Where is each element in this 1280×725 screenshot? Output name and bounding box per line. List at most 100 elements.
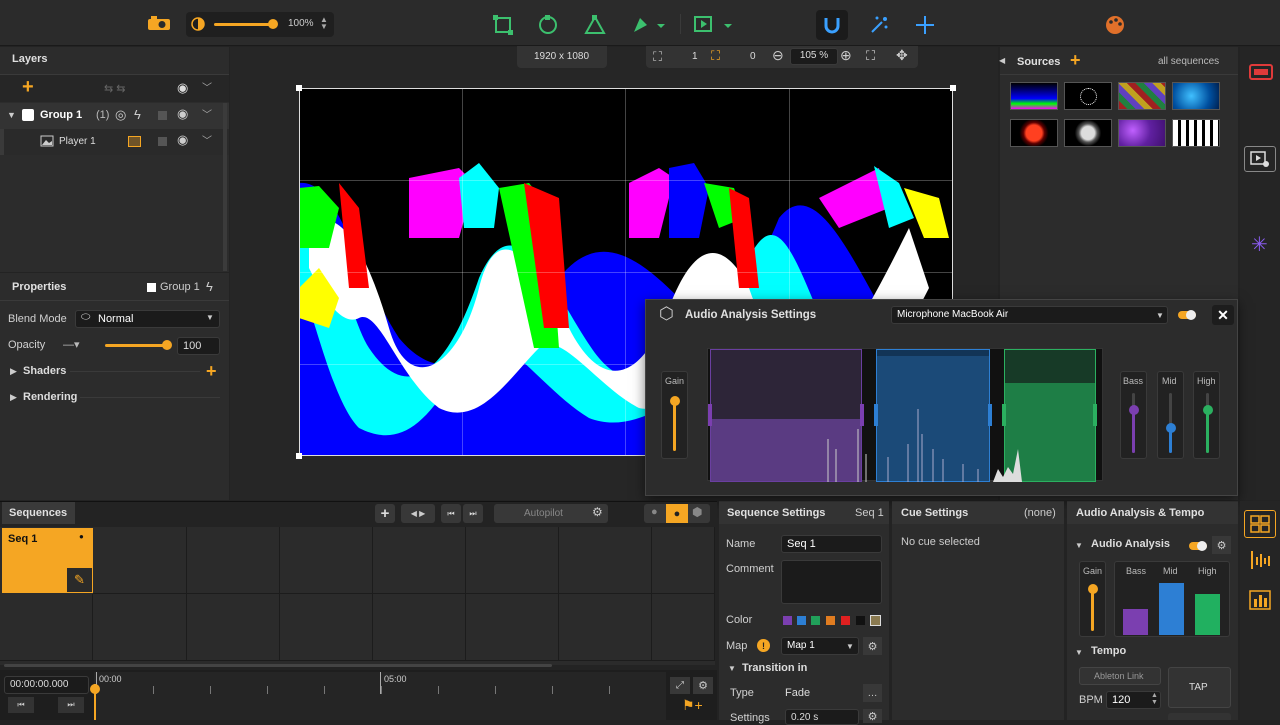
add-layer-icon[interactable]: + bbox=[22, 76, 34, 99]
properties-group-checkbox[interactable] bbox=[147, 283, 156, 292]
grid-cell[interactable] bbox=[373, 527, 466, 594]
add-source-icon[interactable]: + bbox=[1070, 50, 1081, 71]
group-name[interactable]: Group 1 bbox=[40, 109, 82, 121]
circle-shape-icon[interactable] bbox=[535, 12, 561, 38]
add-shader-icon[interactable]: + bbox=[206, 361, 217, 382]
device-chevron-icon[interactable]: ▼ bbox=[1156, 311, 1164, 320]
palette-icon[interactable] bbox=[1102, 12, 1128, 38]
output-monitor-icon[interactable] bbox=[1248, 62, 1274, 82]
curve-select-icon[interactable]: —▾ bbox=[63, 338, 80, 351]
timeline-gear-icon[interactable]: ⚙ bbox=[693, 677, 713, 694]
view-hex-icon[interactable]: ⬢ bbox=[692, 505, 702, 519]
grid-cell[interactable] bbox=[93, 527, 187, 594]
player-solo-icon[interactable] bbox=[158, 137, 167, 146]
player-eye-icon[interactable]: ◉ bbox=[177, 132, 188, 148]
sources-collapse-icon[interactable]: ◀ bbox=[999, 56, 1005, 65]
grid-cell[interactable] bbox=[280, 527, 373, 594]
shaders-label[interactable]: Shaders bbox=[23, 365, 66, 377]
tempo-arrow-icon[interactable]: ▼ bbox=[1075, 648, 1083, 657]
grid-cell[interactable] bbox=[0, 594, 93, 661]
map-gear-icon[interactable]: ⚙ bbox=[863, 637, 882, 655]
time-field[interactable]: 00:00:00.000 bbox=[4, 676, 89, 694]
transition-label[interactable]: Transition in bbox=[742, 662, 807, 674]
brightness-value[interactable]: 100% bbox=[288, 18, 314, 29]
settings-gear-icon[interactable]: ⚙ bbox=[863, 709, 882, 723]
grid-cell[interactable] bbox=[373, 594, 466, 661]
high-handle-left[interactable] bbox=[1002, 404, 1006, 426]
audio-section-toggle[interactable] bbox=[1189, 541, 1207, 551]
settings-field[interactable]: 0.20 s bbox=[785, 709, 859, 725]
source-thumb-8[interactable] bbox=[1172, 119, 1220, 147]
canvas-field-2[interactable]: 0 bbox=[750, 51, 756, 62]
timeline-next-icon[interactable]: ⏭ bbox=[58, 697, 84, 713]
triangle-icon[interactable] bbox=[582, 12, 608, 38]
fullscreen-icon[interactable]: ⤢ bbox=[670, 677, 690, 694]
blend-mode-select[interactable]: Normal bbox=[75, 310, 220, 328]
blend-mode-chevron-icon[interactable]: ▼ bbox=[206, 313, 214, 322]
zoom-field[interactable]: 105 % bbox=[790, 48, 838, 65]
sparkle-icon[interactable]: ✳ bbox=[1251, 232, 1268, 257]
rendering-arrow-icon[interactable]: ▶ bbox=[10, 392, 17, 403]
high-meter-knob[interactable] bbox=[1203, 405, 1213, 415]
source-thumb-7[interactable] bbox=[1118, 119, 1166, 147]
sequence-scrollbar[interactable] bbox=[4, 664, 552, 667]
audio-section-label[interactable]: Audio Analysis bbox=[1091, 538, 1170, 550]
source-thumb-1[interactable] bbox=[1010, 82, 1058, 110]
rendering-label[interactable]: Rendering bbox=[23, 391, 77, 403]
gain-slider-knob[interactable] bbox=[670, 396, 680, 406]
bass-handle-left[interactable] bbox=[708, 404, 712, 426]
grid-cell[interactable] bbox=[93, 594, 187, 661]
shaders-arrow-icon[interactable]: ▶ bbox=[10, 366, 17, 377]
player-name[interactable]: Player 1 bbox=[59, 136, 96, 147]
layer-link-icons[interactable]: ⇆ ⇆ bbox=[104, 82, 126, 95]
add-cue-flag-icon[interactable]: ⚑+ bbox=[682, 697, 703, 714]
group-checkbox[interactable] bbox=[22, 109, 34, 121]
mid-meter-knob[interactable] bbox=[1166, 423, 1176, 433]
stepper-icon[interactable]: ▲ ▼ bbox=[320, 16, 328, 31]
properties-bolt-icon[interactable]: ϟ bbox=[206, 279, 213, 294]
group-chevron-icon[interactable]: ﹀ bbox=[202, 106, 212, 121]
map-chevron-icon[interactable]: ▼ bbox=[846, 642, 854, 651]
playhead-knob[interactable] bbox=[90, 684, 100, 694]
canvas-field-1[interactable]: 1 bbox=[692, 51, 698, 62]
preview-settings-icon[interactable] bbox=[1244, 146, 1276, 172]
bass-handle-right[interactable] bbox=[860, 404, 864, 426]
chevron-down-icon[interactable]: ﹀ bbox=[202, 79, 212, 94]
grid-cell[interactable] bbox=[187, 594, 280, 661]
skip-start-icon[interactable]: ⏮ bbox=[441, 504, 461, 523]
move-icon[interactable]: ✥ bbox=[896, 47, 908, 64]
color-swatch-green[interactable] bbox=[811, 616, 820, 625]
audio-device-select[interactable]: Microphone MacBook Air bbox=[891, 306, 1168, 324]
skip-end-icon[interactable]: ⏭ bbox=[463, 504, 483, 523]
opacity-slider[interactable] bbox=[105, 344, 167, 347]
source-thumb-4[interactable] bbox=[1172, 82, 1220, 110]
group-eye-icon[interactable]: ◉ bbox=[177, 106, 188, 122]
magnet-icon[interactable] bbox=[816, 10, 848, 40]
color-swatch-tan[interactable] bbox=[870, 615, 881, 626]
projector-icon[interactable] bbox=[146, 12, 172, 36]
type-more-button[interactable]: … bbox=[863, 684, 882, 702]
waveform-marker-icon[interactable] bbox=[1244, 546, 1276, 574]
handle-tr[interactable] bbox=[950, 85, 956, 91]
audio-section-gear-icon[interactable]: ⚙ bbox=[1212, 536, 1231, 554]
tempo-label[interactable]: Tempo bbox=[1091, 645, 1126, 657]
grid-layout-icon[interactable] bbox=[1244, 510, 1276, 538]
source-thumb-6[interactable] bbox=[1064, 119, 1112, 147]
opacity-slider-knob[interactable] bbox=[162, 340, 172, 350]
name-field[interactable]: Seq 1 bbox=[781, 535, 882, 553]
source-thumb-5[interactable] bbox=[1010, 119, 1058, 147]
grid-cell[interactable] bbox=[466, 594, 559, 661]
audio-toggle[interactable] bbox=[1178, 310, 1196, 320]
layers-scrollbar[interactable] bbox=[223, 103, 227, 271]
bass-meter-knob[interactable] bbox=[1129, 405, 1139, 415]
pen-tool-icon[interactable] bbox=[628, 12, 668, 38]
grid-cell[interactable] bbox=[466, 527, 559, 594]
grid-cell[interactable] bbox=[187, 527, 280, 594]
fit-icon[interactable]: ⛶ bbox=[866, 48, 875, 64]
blend-circles-icon[interactable]: ◎ bbox=[115, 107, 126, 123]
sources-filter[interactable]: all sequences bbox=[1158, 56, 1219, 67]
prev-next-arrows-icon[interactable]: ◀ ▶ bbox=[401, 504, 435, 523]
color-swatch-black[interactable] bbox=[856, 616, 865, 625]
transition-arrow-icon[interactable]: ▼ bbox=[728, 664, 736, 673]
color-swatch-red[interactable] bbox=[841, 616, 850, 625]
